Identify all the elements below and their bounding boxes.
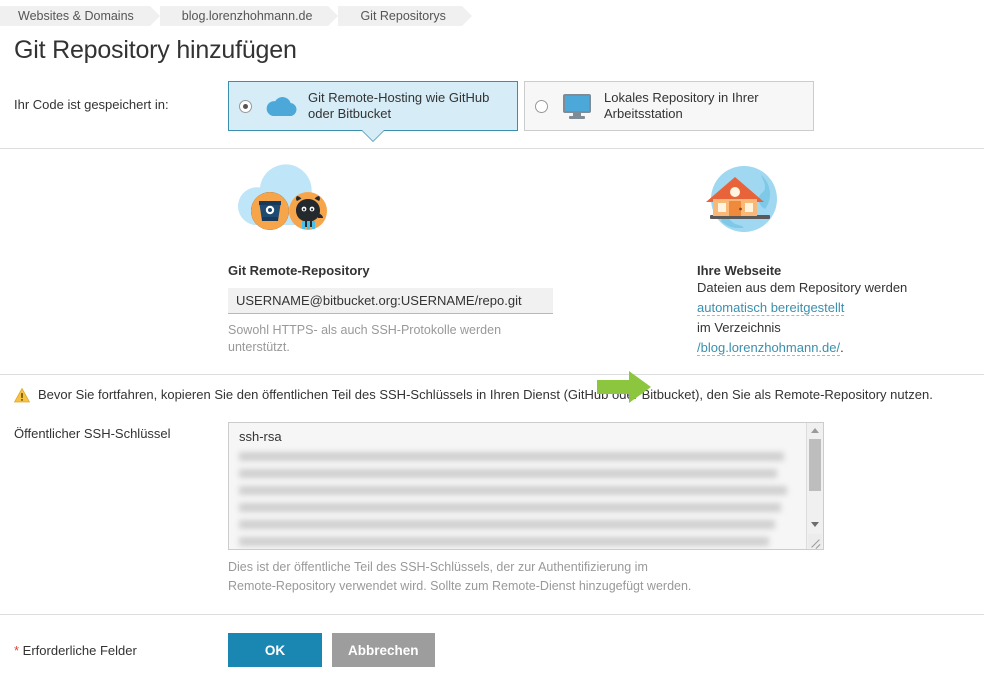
- cloud-icon: [262, 95, 300, 117]
- ssh-key-hint: Dies ist der öffentliche Teil des SSH-Sc…: [228, 558, 698, 596]
- redacted-line: [239, 486, 787, 495]
- scrollbar-thumb[interactable]: [809, 439, 821, 491]
- flow-source-hint: Sowohl HTTPS- als auch SSH-Protokolle we…: [228, 322, 528, 356]
- storage-choice-row: Ihr Code ist gespeichert in: Git Remote-…: [0, 81, 984, 131]
- breadcrumb-item-domain[interactable]: blog.lorenzhohmann.de: [160, 6, 329, 26]
- flow-target-heading: Ihre Webseite: [697, 263, 977, 278]
- breadcrumb-label: blog.lorenzhohmann.de: [182, 9, 313, 23]
- warning-triangle-icon: [14, 388, 30, 406]
- desktop-monitor-icon: [558, 92, 596, 120]
- redacted-line: [239, 469, 777, 478]
- cancel-button[interactable]: Abbrechen: [332, 633, 435, 667]
- radio-remote-hosting[interactable]: [239, 100, 252, 113]
- radio-local-repository[interactable]: [535, 100, 548, 113]
- ssh-key-first-line: ssh-rsa: [229, 423, 823, 444]
- repository-url-input[interactable]: [228, 288, 553, 314]
- scroll-up-arrow-icon[interactable]: [811, 428, 819, 433]
- green-right-arrow-icon: [597, 369, 652, 408]
- option-local-repository[interactable]: Lokales Repository in Ihrer Arbeitsstati…: [524, 81, 814, 131]
- required-fields-note: * Erforderliche Felder: [14, 643, 228, 658]
- footer: * Erforderliche Felder OK Abbrechen: [0, 615, 984, 667]
- warning-text: Bevor Sie fortfahren, kopieren Sie den ö…: [38, 387, 933, 402]
- ssh-key-redacted-body: [229, 444, 823, 546]
- option-local-repository-label: Lokales Repository in Ihrer Arbeitsstati…: [604, 90, 803, 122]
- ssh-key-textarea[interactable]: ssh-rsa: [228, 422, 824, 550]
- redacted-line: [239, 537, 769, 546]
- scroll-down-arrow-icon[interactable]: [811, 522, 819, 527]
- flow-source: Git Remote-Repository Sowohl HTTPS- als …: [228, 159, 558, 356]
- ssh-key-label: Öffentlicher SSH-Schlüssel: [14, 422, 228, 596]
- ssh-key-row: Öffentlicher SSH-Schlüssel ssh-rsa Dies …: [0, 422, 984, 596]
- breadcrumb-item-websites-domains[interactable]: Websites & Domains: [0, 6, 150, 26]
- redacted-line: [239, 520, 775, 529]
- ssh-key-field: ssh-rsa Dies ist der öffentliche Teil de…: [228, 422, 824, 596]
- cloud-with-bitbucket-and-github-icon: [228, 159, 558, 239]
- flow-target-directory-line: /blog.lorenzhohmann.de/.: [697, 338, 977, 358]
- breadcrumb-label: Websites & Domains: [18, 9, 134, 23]
- required-fields-text: Erforderliche Felder: [19, 643, 137, 658]
- redacted-line: [239, 503, 781, 512]
- house-on-globe-icon: [697, 159, 977, 239]
- storage-choice-label: Ihr Code ist gespeichert in:: [14, 81, 228, 112]
- breadcrumb: Websites & Domains blog.lorenzhohmann.de…: [0, 0, 984, 28]
- breadcrumb-item-git-repositorys[interactable]: Git Repositorys: [338, 6, 461, 26]
- option-remote-hosting-label: Git Remote-Hosting wie GitHub oder Bitbu…: [308, 90, 507, 122]
- redacted-line: [239, 452, 784, 461]
- option-remote-hosting[interactable]: Git Remote-Hosting wie GitHub oder Bitbu…: [228, 81, 518, 131]
- page-title: Git Repository hinzufügen: [14, 36, 984, 65]
- ssh-key-scrollbar[interactable]: [806, 423, 823, 549]
- breadcrumb-label: Git Repositorys: [360, 9, 445, 23]
- link-automatisch-bereitgestellt[interactable]: automatisch bereitgestellt: [697, 300, 844, 316]
- flow-target-text-line1: Dateien aus dem Repository werden: [697, 278, 977, 298]
- flow-target-deploy-line: automatisch bereitgestellt: [697, 298, 977, 318]
- flow-target-period: .: [840, 340, 844, 355]
- flow-target-text-line2: im Verzeichnis: [697, 318, 977, 338]
- flow-source-heading: Git Remote-Repository: [228, 263, 558, 278]
- ok-button[interactable]: OK: [228, 633, 322, 667]
- warning-banner: Bevor Sie fortfahren, kopieren Sie den ö…: [0, 375, 984, 418]
- flow-target: Ihre Webseite Dateien aus dem Repository…: [697, 159, 977, 358]
- flow-section: Git Remote-Repository Sowohl HTTPS- als …: [0, 149, 984, 374]
- resize-grip-icon[interactable]: [808, 534, 822, 548]
- link-directory[interactable]: /blog.lorenzhohmann.de/: [697, 340, 840, 356]
